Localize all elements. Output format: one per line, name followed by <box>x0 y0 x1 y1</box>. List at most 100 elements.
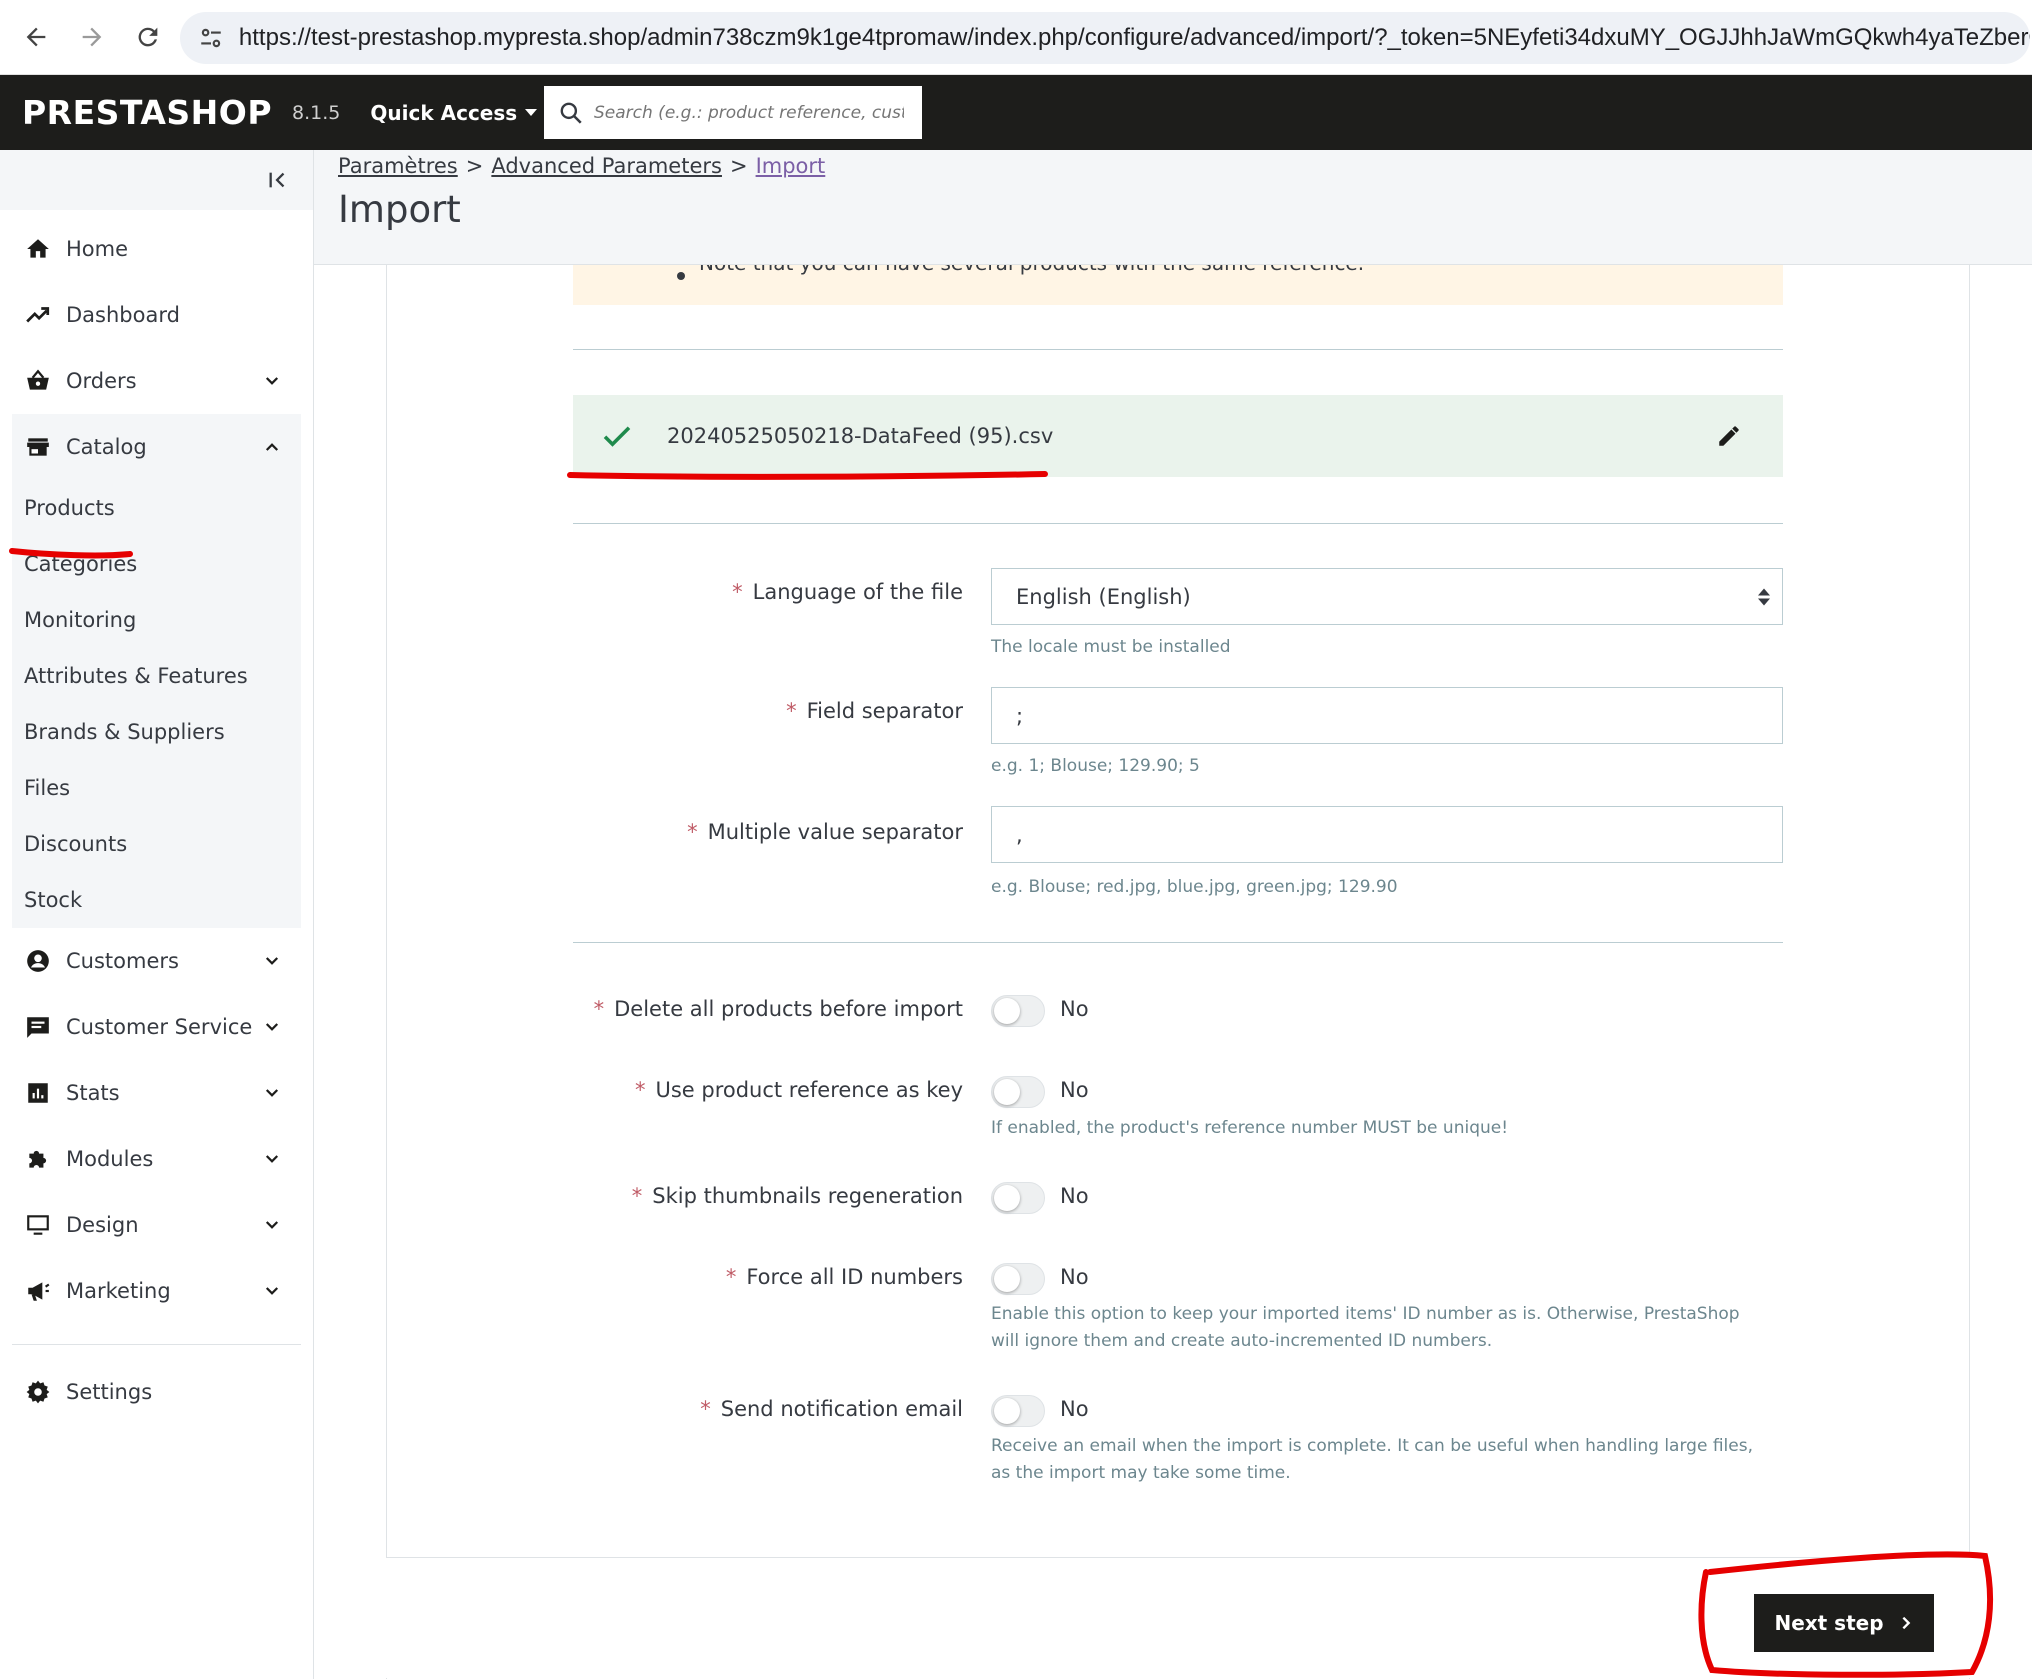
required-mark: * <box>593 997 605 1021</box>
breadcrumb-separator: > <box>465 154 484 178</box>
notify-value: No <box>1060 1397 1089 1421</box>
delete-products-switch[interactable] <box>991 995 1045 1027</box>
admin-header: PRESTASHOP 8.1.5 Quick Access <box>0 75 2032 150</box>
version-label: 8.1.5 <box>292 101 341 124</box>
desktop-icon <box>24 1211 52 1239</box>
page-title: Import <box>338 188 461 231</box>
store-icon <box>24 433 52 461</box>
pencil-icon <box>1719 426 1739 446</box>
forward-button[interactable] <box>66 11 118 63</box>
field-separator-label-text: Field separator <box>806 699 963 723</box>
sidebar-item-label: Modules <box>66 1147 154 1171</box>
next-step-button[interactable]: Next step <box>1754 1594 1934 1652</box>
delete-products-value: No <box>1060 997 1089 1021</box>
force-id-switch[interactable] <box>991 1263 1045 1295</box>
breadcrumb-import[interactable]: Import <box>756 154 826 178</box>
search-input[interactable] <box>594 102 904 123</box>
shopping-basket-icon <box>24 367 52 395</box>
import-panel: Note that you can have several products … <box>386 265 1970 1679</box>
sidebar-subitem-categories[interactable]: Categories <box>12 536 301 592</box>
skip-thumbnails-switch[interactable] <box>991 1182 1045 1214</box>
tune-icon <box>201 28 222 48</box>
chevron-down-icon <box>265 1023 279 1031</box>
notify-label: * Send notification email <box>700 1397 963 1421</box>
sidebar-item-label: Home <box>66 237 129 261</box>
bar-chart-icon <box>24 1079 52 1107</box>
field-separator-input[interactable]: ; <box>991 687 1783 744</box>
field-separator-label: * Field separator <box>786 699 963 723</box>
skip-thumbnails-label-text: Skip thumbnails regeneration <box>652 1184 963 1208</box>
chat-icon <box>24 1013 52 1041</box>
breadcrumb-advanced-parameters[interactable]: Advanced Parameters <box>491 154 722 178</box>
sidebar-subitem-files[interactable]: Files <box>12 760 301 816</box>
field-separator-help: e.g. 1; Blouse; 129.90; 5 <box>991 756 1200 776</box>
sidebar-item-label: Catalog <box>66 435 147 459</box>
breadcrumb-separator: > <box>729 154 748 178</box>
sidebar-item-modules[interactable]: Modules <box>12 1126 301 1192</box>
back-button[interactable] <box>10 11 62 63</box>
main-content: Note that you can have several products … <box>314 265 2032 1679</box>
quick-access-dropdown[interactable]: Quick Access <box>370 100 538 125</box>
sidebar-item-label: Customers <box>66 949 179 973</box>
sidebar-item-home[interactable]: Home <box>12 216 301 282</box>
browser-toolbar: https://test-prestashop.mypresta.shop/ad… <box>0 0 2032 75</box>
required-mark: * <box>631 1184 643 1208</box>
notify-switch[interactable] <box>991 1395 1045 1427</box>
sidebar-item-label: Settings <box>66 1380 153 1404</box>
breadcrumb-parametres[interactable]: Paramètres <box>338 154 458 178</box>
collapse-sidebar-icon[interactable] <box>267 169 289 191</box>
address-bar[interactable]: https://test-prestashop.mypresta.shop/ad… <box>180 12 2030 64</box>
sidebar-item-dashboard[interactable]: Dashboard <box>12 282 301 348</box>
nav-list: Home Dashboard Orders Catalog Products C… <box>0 216 313 1425</box>
field-separator-value: ; <box>1016 703 1024 728</box>
sidebar-subitem-products[interactable]: Products <box>12 480 301 536</box>
sidebar-item-catalog[interactable]: Catalog <box>12 414 301 480</box>
force-id-value: No <box>1060 1265 1089 1289</box>
sidebar-subitem-monitoring[interactable]: Monitoring <box>12 592 301 648</box>
multi-separator-input[interactable]: , <box>991 806 1783 863</box>
sidebar-separator <box>12 1344 301 1345</box>
chevron-down-icon <box>265 1221 279 1229</box>
sidebar-item-settings[interactable]: Settings <box>12 1359 301 1425</box>
delete-products-label-text: Delete all products before import <box>614 997 963 1021</box>
sidebar-subitem-attributes[interactable]: Attributes & Features <box>12 648 301 704</box>
sidebar-subitem-stock[interactable]: Stock <box>12 872 301 928</box>
sidebar-subitem-brands[interactable]: Brands & Suppliers <box>12 704 301 760</box>
sidebar-item-stats[interactable]: Stats <box>12 1060 301 1126</box>
sidebar-item-marketing[interactable]: Marketing <box>12 1258 301 1324</box>
divider <box>573 349 1783 350</box>
sidebar-item-orders[interactable]: Orders <box>12 348 301 414</box>
search-box[interactable] <box>544 86 922 139</box>
sidebar-item-label: Stats <box>66 1081 120 1105</box>
reload-icon <box>138 27 158 47</box>
prestashop-logo[interactable]: PRESTASHOP <box>22 93 272 132</box>
skip-thumbnails-value: No <box>1060 1184 1089 1208</box>
chevron-right-icon <box>1902 1616 1910 1630</box>
sidebar-item-design[interactable]: Design <box>12 1192 301 1258</box>
multi-separator-help: e.g. Blouse; red.jpg, blue.jpg, green.jp… <box>991 877 1398 897</box>
page-header: Paramètres > Advanced Parameters > Impor… <box>314 150 2032 265</box>
chevron-up-icon <box>265 443 279 451</box>
divider <box>573 942 1783 943</box>
puzzle-icon <box>24 1145 52 1173</box>
site-info-button[interactable] <box>186 12 237 64</box>
ref-key-switch[interactable] <box>991 1076 1045 1108</box>
megaphone-icon <box>24 1277 52 1305</box>
breadcrumb: Paramètres > Advanced Parameters > Impor… <box>338 154 825 178</box>
chevron-down-icon <box>265 377 279 385</box>
sidebar-item-customer-service[interactable]: Customer Service <box>12 994 301 1060</box>
required-mark: * <box>732 580 743 604</box>
multi-separator-value: , <box>1016 822 1023 847</box>
reload-button[interactable] <box>122 11 174 63</box>
url-text[interactable]: https://test-prestashop.mypresta.shop/ad… <box>239 24 2030 52</box>
sidebar-item-label: Orders <box>66 369 137 393</box>
ref-key-label-text: Use product reference as key <box>655 1078 963 1102</box>
quick-access-label: Quick Access <box>370 100 518 125</box>
language-label: * Language of the file <box>732 580 963 604</box>
required-mark: * <box>634 1078 646 1102</box>
sidebar-item-customers[interactable]: Customers <box>12 928 301 994</box>
notify-label-text: Send notification email <box>720 1397 963 1421</box>
language-select[interactable]: English (English) <box>991 568 1783 625</box>
edit-file-button[interactable] <box>1711 418 1747 454</box>
sidebar-subitem-discounts[interactable]: Discounts <box>12 816 301 872</box>
